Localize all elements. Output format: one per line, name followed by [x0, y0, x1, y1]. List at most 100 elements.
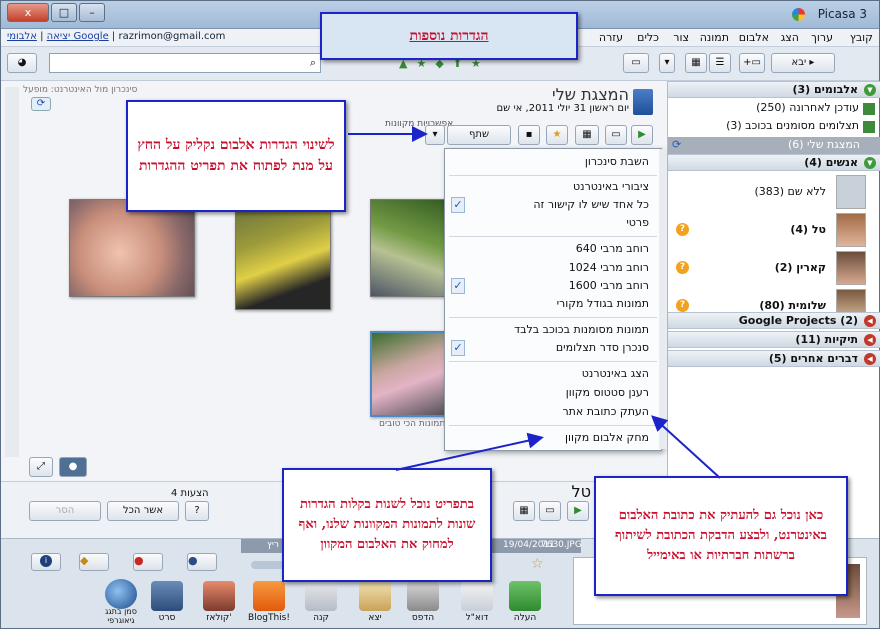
edit-album-button[interactable]: ▭	[605, 125, 627, 145]
question-icon[interactable]: ?	[676, 223, 689, 236]
photo-stroller-park[interactable]	[370, 199, 446, 297]
photo-sleeping-baby[interactable]	[69, 199, 195, 297]
avatar	[836, 251, 866, 285]
expand-arrow-icon[interactable]: ◀	[864, 315, 876, 327]
person-row-tal[interactable]: ? טל (4)	[668, 211, 880, 249]
other-section-header[interactable]: דברים אחרים (5) ◀	[668, 350, 880, 367]
menu-item-private[interactable]: פרטי	[626, 216, 649, 229]
dropdown-arrow-button[interactable]: ▾	[659, 53, 675, 73]
camera-import-button[interactable]: ▭	[623, 53, 649, 73]
new-album-button[interactable]: +▭	[739, 53, 765, 73]
sync-refresh-button[interactable]: ⟳	[31, 97, 51, 111]
suggestions-count: 4 הצעות	[171, 488, 209, 499]
remove-button[interactable]: הסר	[29, 501, 101, 521]
grid-view-button[interactable]: ▦	[685, 53, 707, 73]
album-my-slideshow-row[interactable]: המצגת שלי (6) ⟳	[668, 137, 880, 154]
tags-button[interactable]: ◆	[79, 553, 109, 571]
person-row-karin[interactable]: ? קארין (2)	[668, 249, 880, 287]
menu-item-refresh-status[interactable]: רענן סטטוס מקוון	[566, 386, 649, 399]
menu-tools[interactable]: כלים	[637, 31, 659, 44]
shop-label: קנה	[313, 613, 329, 623]
album-starred-photos[interactable]: תצלומים מסומנים בכוכב (3)	[726, 119, 859, 132]
location-button[interactable]: ●	[133, 553, 163, 571]
star-toggle-icon[interactable]: ☆	[531, 556, 544, 572]
menu-album[interactable]: אלבום	[739, 31, 769, 44]
print-icon[interactable]	[407, 581, 439, 611]
blogthis-label: BlogThis!	[248, 613, 290, 623]
upload-icon[interactable]	[509, 581, 541, 611]
share-button[interactable]: שתף	[447, 125, 511, 145]
menu-item-view-online[interactable]: הצג באינטרנט	[582, 367, 649, 380]
question-icon[interactable]: ?	[676, 261, 689, 274]
collapse-arrow-icon[interactable]: ▼	[864, 84, 876, 96]
album-recently-updated[interactable]: עודכן לאחרונה (250)	[756, 101, 859, 114]
info-button[interactable]: i	[31, 553, 61, 571]
menu-item-public[interactable]: ציבורי באינטרנט	[573, 180, 649, 193]
signout-link[interactable]: יציאה	[47, 31, 71, 42]
account-links: יציאה | אלבומי Google | razrimon@gmail.c…	[7, 31, 226, 42]
menu-separator	[449, 175, 657, 176]
view-toggle-button[interactable]: ◕	[7, 53, 37, 73]
menu-item-starred-only[interactable]: תמונות מסומנות בכוכב בלבד	[514, 323, 649, 336]
fullscreen-button[interactable]: ⤢	[29, 457, 53, 477]
menu-picture[interactable]: תמונה	[700, 31, 729, 44]
menu-item-delete-online-album[interactable]: מחק אלבום מקוון	[565, 431, 649, 444]
maximize-button[interactable]: □	[51, 3, 77, 22]
menu-separator	[449, 361, 657, 362]
people-collage-button[interactable]: ▦	[513, 501, 535, 521]
collapse-arrow-icon[interactable]: ▼	[864, 157, 876, 169]
album-options-arrow-button[interactable]: ▾	[425, 125, 445, 145]
menu-edit[interactable]: ערוך	[811, 31, 833, 44]
folders-section-header[interactable]: תיקיות (11) ◀	[668, 331, 880, 348]
play-slideshow-button[interactable]: ▶	[631, 125, 653, 145]
menu-item-disable-sync[interactable]: השבת סינכרון	[585, 155, 649, 168]
people-edit-button[interactable]: ▭	[539, 501, 561, 521]
menu-item-width-1600[interactable]: רוחב מרבי 1600	[569, 279, 649, 292]
menu-item-sync-order[interactable]: סנכרן סדר תצלומים	[556, 341, 649, 354]
save-album-button[interactable]: ▪	[518, 125, 540, 145]
email-label: דוא"ל	[465, 613, 489, 623]
photo-selected-girl[interactable]	[370, 331, 446, 417]
shop-icon[interactable]	[305, 581, 337, 611]
person-row-unnamed[interactable]: ללא שם (383)	[668, 173, 880, 211]
avatar	[836, 175, 866, 209]
albums-section-header[interactable]: אלבומים (3) ▼	[668, 81, 880, 98]
dropdown-scrollbar[interactable]	[659, 149, 667, 449]
suggestions-help-button[interactable]: ?	[185, 501, 209, 521]
search-input[interactable]: ⌕	[49, 53, 321, 73]
export-icon[interactable]	[359, 581, 391, 611]
geotag-earth-icon[interactable]	[105, 579, 137, 609]
minimize-button[interactable]: –	[79, 3, 105, 22]
email-icon[interactable]	[461, 581, 493, 611]
menu-item-anyone-with-link[interactable]: כל אחד שיש לו קישור זה	[533, 198, 649, 211]
star-album-button[interactable]: ★	[546, 125, 568, 145]
menu-item-width-1024[interactable]: רוחב מרבי 1024	[569, 261, 649, 274]
import-button[interactable]: יבא ▸	[771, 53, 835, 73]
menu-help[interactable]: עזרה	[599, 31, 623, 44]
collage-album-button[interactable]: ▦	[575, 125, 599, 145]
expand-arrow-icon[interactable]: ◀	[864, 334, 876, 346]
people-tag-button[interactable]: ●	[187, 553, 217, 571]
menu-create[interactable]: צור	[673, 31, 689, 44]
approve-all-button[interactable]: אשר הכל	[107, 501, 179, 521]
question-icon[interactable]: ?	[676, 299, 689, 312]
people-section-header[interactable]: אנשים (4) ▼	[668, 154, 880, 171]
menu-item-original-size[interactable]: תמונות בגודל מקורי	[557, 297, 649, 310]
menu-file[interactable]: קובץ	[850, 31, 873, 44]
google-projects-section-header[interactable]: Google Projects (2) ◀	[668, 312, 880, 329]
menu-separator	[449, 425, 657, 426]
menu-item-width-640[interactable]: רוחב מרבי 640	[576, 242, 649, 255]
movie-icon[interactable]	[151, 581, 183, 611]
close-button[interactable]: x	[7, 3, 49, 22]
menu-item-copy-url[interactable]: העתק כתובת אתר	[562, 405, 649, 418]
menu-view[interactable]: הצג	[781, 31, 799, 44]
list-view-button[interactable]: ☰	[709, 53, 731, 73]
checkmark-icon: ✓	[451, 340, 465, 356]
collage-icon[interactable]	[203, 581, 235, 611]
people-view-button[interactable]: ●	[59, 457, 87, 477]
movie-label: סרט	[158, 613, 176, 623]
expand-arrow-icon[interactable]: ◀	[864, 353, 876, 365]
people-play-button[interactable]: ▶	[567, 501, 589, 521]
menu-separator	[449, 317, 657, 318]
blogger-icon[interactable]	[253, 581, 285, 611]
